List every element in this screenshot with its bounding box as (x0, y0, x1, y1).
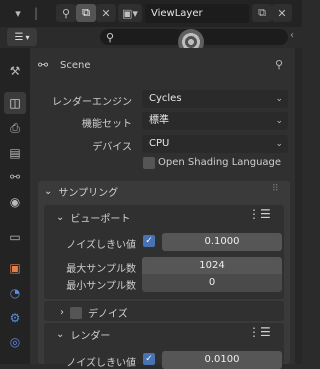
view-layer-icon[interactable]: ▣▾ (118, 4, 142, 22)
noise-threshold-label: ノイズしきい値 (66, 240, 136, 251)
pin-icon[interactable]: ⚲ (56, 4, 76, 22)
tab-world[interactable]: ◉ (4, 191, 26, 213)
scrollbar[interactable] (295, 48, 302, 364)
render-noise-threshold-field[interactable]: 0.0100 (162, 351, 282, 369)
separator: | (34, 6, 39, 20)
chevron-down-icon: ⌄ (56, 329, 65, 340)
preset-list-icon[interactable]: ⋮☰ (248, 207, 271, 221)
close-icon[interactable]: ✕ (96, 4, 116, 22)
tab-particles[interactable]: ⚙ (4, 307, 26, 329)
render-engine-label: レンダーエンジン (52, 97, 132, 108)
render-header[interactable]: ⌄ レンダー (56, 327, 110, 342)
copy-icon[interactable]: ⧉ (252, 4, 272, 22)
chevron-right-icon: › (60, 307, 64, 318)
render-noise-threshold-label: ノイズしきい値 (66, 358, 136, 369)
chevron-down-icon: ⌄ (275, 116, 283, 126)
preset-list-icon[interactable]: ⋮☰ (248, 325, 271, 339)
min-samples-label: 最小サンプル数 (66, 281, 136, 292)
denoise-checkbox[interactable] (70, 306, 82, 319)
copy-icon[interactable]: ⧉ (76, 4, 96, 22)
max-samples-field[interactable]: 1024 (142, 257, 282, 275)
tab-output[interactable]: ⎙ (4, 117, 26, 139)
scene-icon: ⚯ (38, 58, 49, 72)
osl-label: Open Shading Language (158, 157, 282, 168)
tab-object[interactable]: ▣ (4, 257, 26, 279)
scroll-arrow-icon: ‹ (290, 30, 294, 41)
tab-collection[interactable]: ▭ (4, 226, 26, 248)
chevron-down-icon: ⌄ (56, 212, 65, 223)
noise-threshold-checkbox[interactable]: ✓ (143, 235, 155, 247)
search-icon: ⚲ (106, 30, 115, 44)
denoise-header[interactable]: › デノイズ (60, 305, 128, 320)
pin-icon[interactable]: ⚲ (275, 58, 289, 72)
device-label: デバイス (92, 142, 132, 153)
drag-handle-icon[interactable]: ⠿ (272, 184, 279, 194)
device-dropdown[interactable]: CPU ⌄ (142, 135, 288, 153)
view-layer-field[interactable]: ViewLayer (145, 4, 249, 23)
context-label: Scene (60, 60, 91, 71)
max-samples-label: 最大サンプル数 (66, 264, 136, 275)
denoise-title: デノイズ (88, 309, 128, 320)
tab-physics[interactable]: ◎ (4, 331, 26, 353)
render-noise-threshold-checkbox[interactable]: ✓ (143, 353, 155, 365)
tab-modifiers[interactable]: ◔ (4, 282, 26, 304)
feature-set-label: 機能セット (82, 119, 132, 130)
min-samples-field[interactable]: 0 (142, 274, 282, 292)
render-engine-dropdown[interactable]: Cycles ⌄ (142, 90, 288, 108)
tab-scene[interactable]: ⚯ (4, 166, 26, 188)
render-title: レンダー (70, 331, 111, 342)
feature-set-dropdown[interactable]: 標準 ⌄ (142, 112, 288, 130)
tab-view-layer[interactable]: ▤ (4, 142, 26, 164)
viewport-title: ビューポート (70, 214, 131, 225)
viewport-header[interactable]: ⌄ ビューポート (56, 210, 130, 225)
tab-render[interactable]: ◫ (4, 92, 26, 114)
close-icon[interactable]: ✕ (272, 4, 292, 22)
feature-set-value: 標準 (149, 115, 169, 126)
chevron-down-icon: ⌄ (44, 186, 53, 197)
sampling-title: サンプリング (58, 188, 119, 199)
editor-dropdown[interactable]: ▾ (8, 4, 28, 22)
render-engine-value: Cycles (149, 93, 182, 104)
osl-checkbox[interactable] (143, 157, 155, 169)
display-mode-dropdown[interactable]: ☰ ▾ (7, 28, 37, 46)
sampling-header[interactable]: ⌄ サンプリング (44, 184, 118, 199)
chevron-down-icon: ⌄ (275, 94, 283, 104)
noise-threshold-field[interactable]: 0.1000 (162, 233, 282, 251)
tab-tool[interactable]: ⚒ (4, 60, 26, 82)
device-value: CPU (149, 138, 170, 149)
chevron-down-icon: ⌄ (275, 139, 283, 149)
